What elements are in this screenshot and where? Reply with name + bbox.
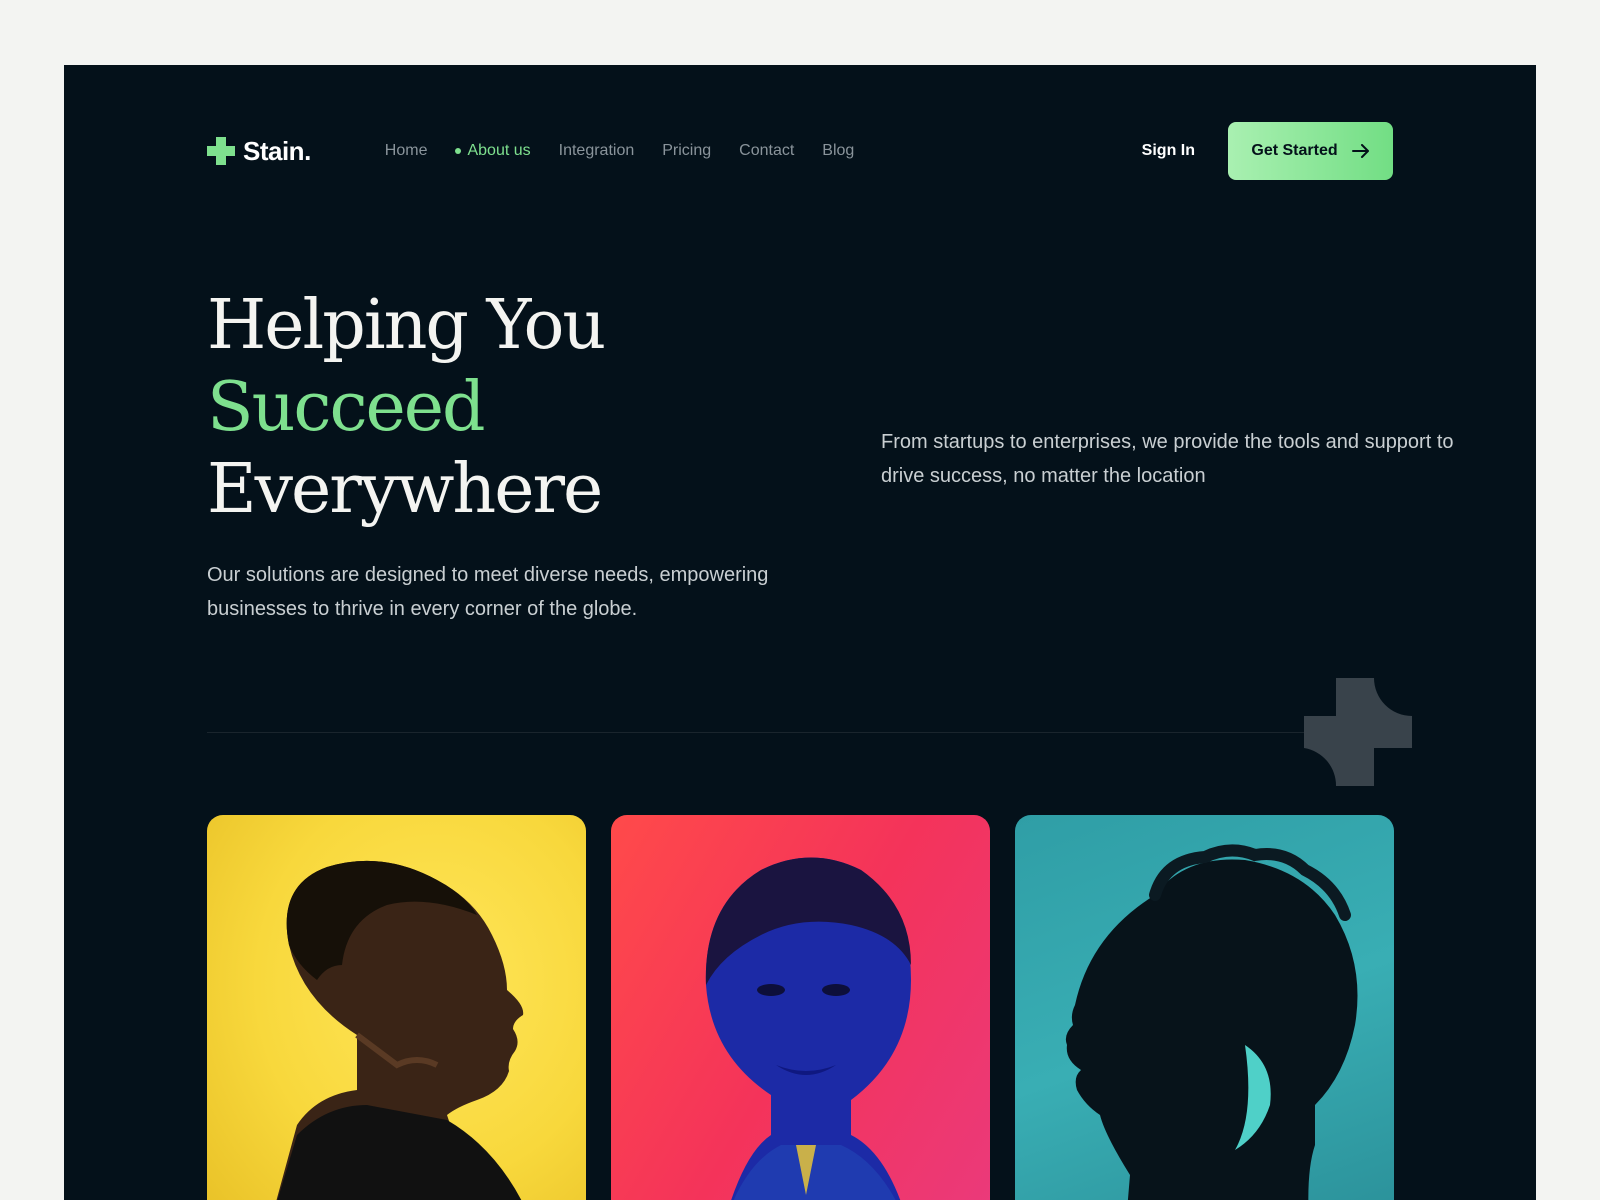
hero-title: Helping You Succeed Everywhere bbox=[207, 285, 606, 531]
nav-link-label: Contact bbox=[739, 142, 795, 159]
nav-actions: Sign In Get Started bbox=[1142, 122, 1393, 180]
nav-link-pricing[interactable]: Pricing bbox=[662, 142, 711, 160]
sign-in-button[interactable]: Sign In bbox=[1142, 142, 1195, 160]
portrait-card-teal[interactable] bbox=[1015, 815, 1394, 1200]
portrait-card-red[interactable] bbox=[611, 815, 990, 1200]
person-front-portrait bbox=[705, 857, 911, 1200]
hero-title-line-3: Everywhere bbox=[207, 450, 603, 529]
top-nav: Stain. Home About us Integration Pricing… bbox=[207, 122, 1393, 180]
hero-title-accent: Succeed bbox=[207, 368, 486, 447]
nav-link-label: Pricing bbox=[662, 142, 712, 159]
section-divider bbox=[207, 732, 1393, 733]
brand-name: Stain. bbox=[243, 135, 311, 166]
hero-side-text: From startups to enterprises, we provide… bbox=[881, 431, 1454, 487]
hero-title-line-1: Helping You bbox=[207, 286, 606, 365]
person-profile-portrait bbox=[276, 860, 524, 1200]
page-frame: Stain. Home About us Integration Pricing… bbox=[64, 65, 1536, 1200]
nav-link-label: About us bbox=[467, 142, 531, 159]
nav-links: Home About us Integration Pricing Contac… bbox=[385, 142, 855, 160]
nav-link-blog[interactable]: Blog bbox=[822, 142, 854, 160]
nav-link-label: Integration bbox=[558, 142, 635, 159]
plus-blob-decor-icon bbox=[1304, 678, 1412, 786]
hero-subtitle: Our solutions are designed to meet diver… bbox=[207, 564, 769, 620]
nav-link-label: Home bbox=[384, 142, 428, 159]
nav-link-integration[interactable]: Integration bbox=[559, 142, 635, 160]
portrait-cards bbox=[207, 815, 1394, 1200]
portrait-card-yellow[interactable] bbox=[207, 815, 586, 1200]
arrow-right-icon bbox=[1351, 144, 1369, 158]
nav-link-contact[interactable]: Contact bbox=[739, 142, 794, 160]
get-started-button[interactable]: Get Started bbox=[1228, 122, 1393, 180]
brand-logo[interactable]: Stain. bbox=[207, 136, 311, 167]
get-started-label: Get Started bbox=[1251, 142, 1338, 159]
person-silhouette-portrait bbox=[1065, 844, 1358, 1200]
nav-link-about-us[interactable]: About us bbox=[455, 142, 531, 160]
active-indicator-dot bbox=[455, 148, 462, 154]
nav-link-home[interactable]: Home bbox=[385, 142, 428, 160]
plus-blob-logo-icon bbox=[207, 137, 235, 165]
nav-link-label: Blog bbox=[822, 142, 855, 159]
